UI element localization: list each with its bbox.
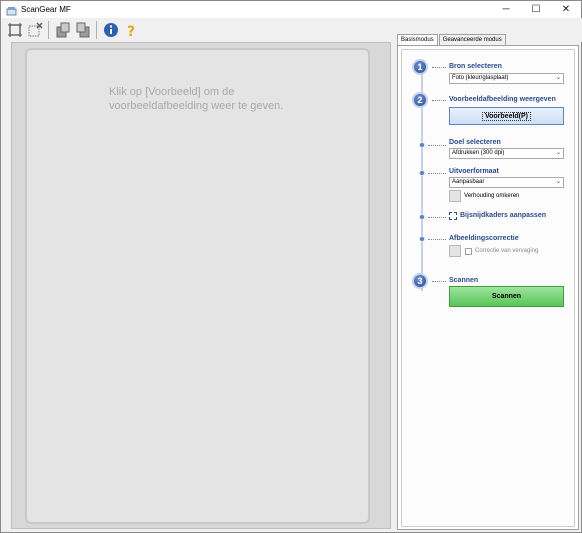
preview-button-label: Voorbeeld(P) (481, 111, 532, 121)
side-panel: Basismodus Geavanceerde modus 1 Bron sel… (397, 34, 579, 530)
step-dots (428, 173, 446, 174)
scan-button[interactable]: Scannen (449, 286, 564, 307)
chevron-down-icon: ⌄ (555, 179, 561, 185)
rotate-left-icon[interactable] (54, 22, 71, 39)
swap-ratio-label: Verhouding omkeren (464, 193, 520, 199)
swap-ratio-icon[interactable] (449, 190, 461, 202)
crop-frame-icon[interactable] (449, 212, 457, 220)
fade-correction-icon (449, 245, 461, 257)
step-2-badge: 2 (412, 92, 428, 108)
step-dots (432, 281, 446, 282)
preview-button[interactable]: Voorbeeld(P) (449, 107, 564, 125)
step-dots (428, 239, 446, 240)
step-3-badge: 3 (412, 273, 428, 289)
step-1-badge: 1 (412, 59, 428, 75)
auto-crop-icon[interactable] (6, 22, 23, 39)
steps-box: 1 Bron selecteren Foto (kleur/glasplaat)… (401, 49, 575, 527)
step-2-label: Voorbeeldafbeelding weergeven (449, 96, 556, 103)
toolbar-separator (48, 21, 49, 39)
crop-label[interactable]: Bijsnijdkaders aanpassen (460, 212, 546, 219)
source-select[interactable]: Foto (kleur/glasplaat) ⌄ (449, 73, 564, 84)
step-dots (428, 217, 446, 218)
step-dots (432, 67, 446, 68)
output-size-label: Uitvoerformaat (449, 168, 499, 175)
fade-correction-label: Correctie van vervaging (475, 248, 539, 254)
window-title: ScanGear MF (21, 5, 71, 14)
tab-advanced-mode[interactable]: Geavanceerde modus (438, 34, 506, 45)
svg-text:?: ? (127, 24, 135, 38)
source-select-value: Foto (kleur/glasplaat) (452, 75, 509, 81)
scan-button-label: Scannen (491, 293, 522, 300)
crop-dot (419, 214, 425, 220)
chevron-down-icon: ⌄ (555, 75, 561, 81)
app-icon (6, 4, 17, 16)
maximize-button[interactable]: ☐ (521, 1, 551, 18)
panel-body: 1 Bron selecteren Foto (kleur/glasplaat)… (397, 45, 579, 530)
step-dots (428, 145, 446, 146)
destination-select-value: Afdrukken (300 dpi) (452, 150, 505, 156)
step-dots (432, 100, 446, 101)
fade-correction-checkbox[interactable] (465, 248, 472, 255)
step-1-label: Bron selecteren (449, 63, 502, 70)
minimize-button[interactable]: ─ (491, 1, 521, 18)
preview-message: Klik op [Voorbeeld] om de voorbeeldafbee… (109, 86, 284, 112)
close-button[interactable]: ✕ (551, 1, 581, 18)
correction-dot (419, 236, 425, 242)
output-size-dot (419, 170, 425, 176)
destination-label: Doel selecteren (449, 139, 501, 146)
rotate-right-icon[interactable] (74, 22, 91, 39)
app-window: ScanGear MF ─ ☐ ✕ ? Klik op [Voorbeeld] … (0, 0, 582, 533)
chevron-down-icon: ⌄ (555, 150, 561, 156)
remove-crop-icon[interactable] (26, 22, 43, 39)
destination-select[interactable]: Afdrukken (300 dpi) ⌄ (449, 148, 564, 159)
output-size-select[interactable]: Aanpasbaar ⌄ (449, 177, 564, 188)
toolbar-separator (96, 21, 97, 39)
preview-page[interactable] (25, 48, 370, 524)
correction-label: Afbeeldingscorrectie (449, 235, 519, 242)
destination-dot (419, 142, 425, 148)
title-bar: ScanGear MF ─ ☐ ✕ (1, 1, 581, 18)
step-3-label: Scannen (449, 277, 479, 284)
output-size-select-value: Aanpasbaar (452, 179, 485, 185)
help-icon[interactable]: ? (122, 22, 139, 39)
info-icon[interactable] (102, 22, 119, 39)
